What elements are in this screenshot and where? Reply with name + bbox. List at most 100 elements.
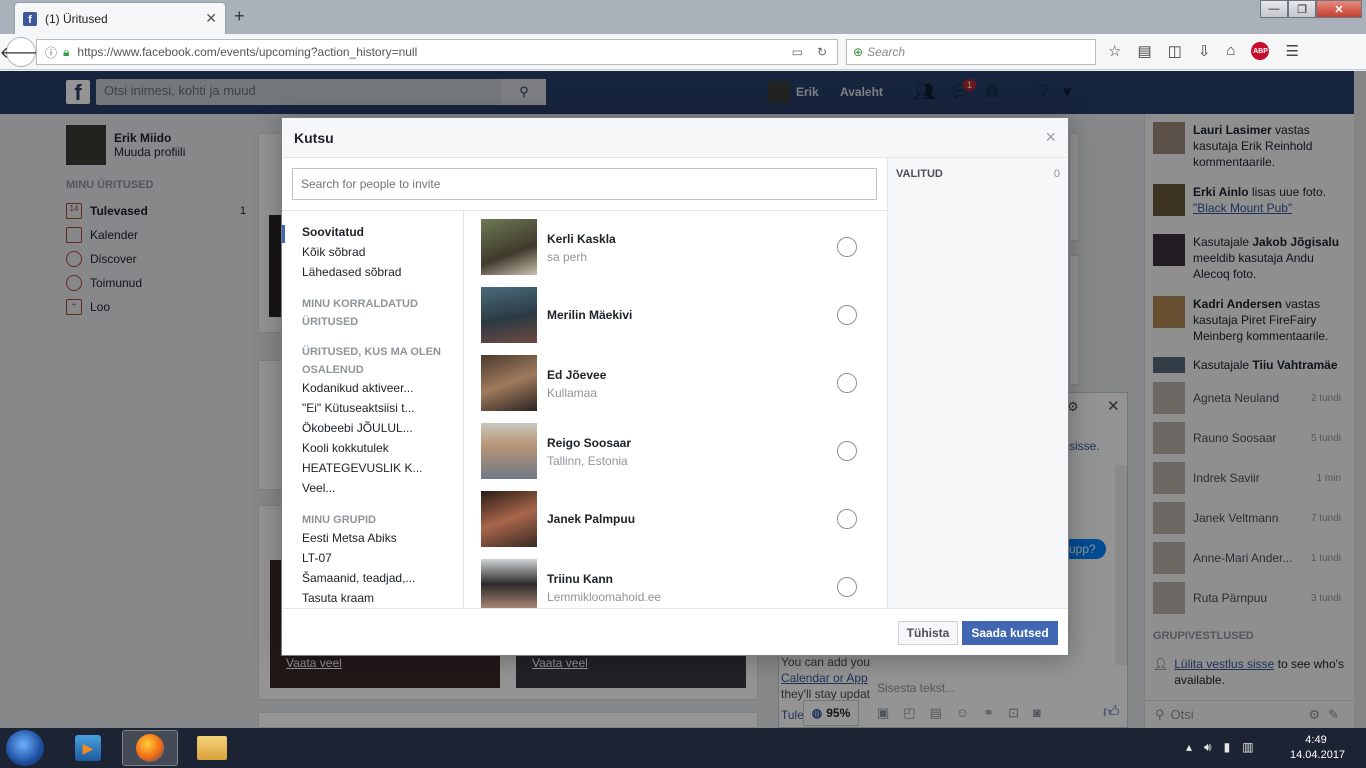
group-item[interactable]: LT-07 (302, 551, 452, 565)
taskbar-clock[interactable]: 4:49 14.04.2017 (1290, 733, 1346, 763)
tray-expand-icon[interactable]: ▴ (1186, 740, 1192, 755)
new-tab-button[interactable]: + (234, 6, 245, 27)
attended-event-item[interactable]: Kodanikud aktiveer... (302, 381, 452, 395)
battery-icon[interactable]: ▮ (1224, 740, 1231, 755)
adblock-icon[interactable]: ABP (1251, 42, 1270, 60)
network-icon[interactable]: ▥ (1242, 740, 1253, 755)
invite-dialog: Kutsu × Soovitatud Kõik sõbrad Lähedased… (281, 117, 1069, 656)
reload-icon[interactable]: ↻ (817, 45, 827, 59)
group-item[interactable]: Eesti Metsa Abiks (302, 531, 452, 545)
dialog-footer: Tühista Saada kutsed (282, 608, 1068, 655)
selected-panel: VALITUD 0 (887, 158, 1068, 608)
firefox-taskbar-icon[interactable] (122, 730, 178, 766)
tab-close-icon[interactable]: ✕ (205, 10, 217, 27)
person-subtitle: sa perh (547, 250, 588, 264)
select-radio[interactable] (837, 577, 857, 597)
select-radio[interactable] (837, 441, 857, 461)
filter-close-friends[interactable]: Lähedased sõbrad (302, 265, 452, 279)
media-player-taskbar-icon[interactable]: ▶ (60, 730, 116, 766)
attended-event-item[interactable]: "Ei" Kütuseaktsiisi t... (302, 401, 452, 415)
bookmark-star-icon[interactable]: ☆ (1108, 42, 1121, 60)
window-close-button[interactable]: ✕ (1316, 0, 1362, 18)
url-text: https://www.facebook.com/events/upcoming… (77, 45, 418, 59)
search-engine-icon[interactable]: ⊕ (853, 45, 863, 59)
download-icon[interactable]: ⇩ (1198, 42, 1211, 60)
select-radio[interactable] (837, 509, 857, 529)
volume-icon[interactable]: 🔊︎ (1204, 740, 1212, 755)
window-controls: — ❐ ✕ (1260, 0, 1362, 18)
person-name: Kerli Kaskla (547, 232, 616, 246)
attended-events-header: ÜRITUSED, KUS MA OLEN OSALENUD (302, 346, 441, 376)
person-row[interactable]: Reigo Soosaar Tallinn, Estonia (481, 423, 873, 483)
url-bar[interactable]: ⓘ 🔒︎ https://www.facebook.com/events/upc… (36, 39, 838, 65)
explorer-taskbar-icon[interactable] (184, 730, 240, 766)
select-radio[interactable] (837, 305, 857, 325)
windows-taskbar: ▶ ▴ 🔊︎ ▮ ▥ 4:49 14.04.2017 (0, 728, 1366, 768)
home-icon[interactable]: ⌂ (1226, 42, 1235, 60)
browser-toolbar-icons: ☆ ▤ ◫ ⇩ ⌂ ABP ☰ (1108, 42, 1299, 60)
back-button[interactable]: 🡐 (0, 37, 42, 67)
dialog-header: Kutsu × (282, 118, 1068, 158)
my-groups-header: MINU GRUPID (302, 514, 376, 526)
group-item[interactable]: Tasuta kraam (302, 591, 452, 605)
avatar (481, 355, 537, 411)
selected-label: VALITUD (896, 168, 943, 180)
invite-filter-list: Soovitatud Kõik sõbrad Lähedased sõbrad … (282, 210, 464, 608)
menu-icon[interactable]: ☰ (1285, 42, 1298, 60)
person-name: Ed Jõevee (547, 368, 607, 382)
filter-suggested[interactable]: Soovitatud (302, 225, 452, 239)
person-row[interactable]: Ed Jõevee Kullamaa (481, 355, 873, 415)
organized-events-header: MINU KORRALDATUD ÜRITUSED (302, 298, 418, 328)
dialog-title: Kutsu (294, 129, 334, 146)
attended-event-item[interactable]: Ökobeebi JÕULUL... (302, 421, 452, 435)
invite-search-input[interactable] (292, 168, 877, 200)
browser-titlebar: f (1) Üritused ✕ + — ❐ ✕ (0, 0, 1366, 34)
system-tray: ▴ 🔊︎ ▮ ▥ (1186, 740, 1254, 755)
info-icon[interactable]: ⓘ (45, 44, 57, 61)
person-subtitle: Kullamaa (547, 386, 598, 400)
cancel-button[interactable]: Tühista (898, 621, 958, 645)
avatar (481, 559, 537, 608)
selected-indicator (282, 225, 285, 243)
browser-tab[interactable]: f (1) Üritused ✕ (14, 2, 226, 34)
group-item[interactable]: Šamaanid, teadjad,... (302, 571, 452, 585)
lock-icon: 🔒︎ (63, 44, 70, 59)
person-name: Janek Palmpuu (547, 512, 636, 526)
clock-date: 14.04.2017 (1290, 749, 1346, 761)
person-row[interactable]: Janek Palmpuu (481, 491, 873, 551)
clock-time: 4:49 (1305, 734, 1327, 746)
avatar (481, 219, 537, 275)
person-name: Triinu Kann (547, 572, 613, 586)
send-invites-button[interactable]: Saada kutsed (962, 621, 1058, 645)
person-name: Merilin Mäekivi (547, 308, 633, 322)
selected-count: 0 (1053, 168, 1060, 180)
pocket-icon[interactable]: ◫ (1168, 42, 1182, 60)
attended-event-item[interactable]: HEATEGEVUSLIK K... (302, 461, 452, 475)
browser-navbar: 🡐 ⓘ 🔒︎ https://www.facebook.com/events/u… (0, 34, 1366, 70)
facebook-favicon-icon: f (23, 11, 37, 26)
select-radio[interactable] (837, 237, 857, 257)
person-row[interactable]: Triinu Kann Lemmikloomahoid.ee (481, 559, 873, 608)
minimize-button[interactable]: — (1260, 0, 1288, 18)
tab-title: (1) Üritused (45, 11, 108, 26)
person-row[interactable]: Merilin Mäekivi (481, 287, 873, 347)
person-subtitle: Tallinn, Estonia (547, 454, 628, 468)
close-icon[interactable]: × (1045, 128, 1056, 146)
bookmarks-list-icon[interactable]: ▤ (1137, 42, 1151, 60)
select-radio[interactable] (837, 373, 857, 393)
browser-search-box[interactable]: ⊕ Search (846, 39, 1096, 65)
person-name: Reigo Soosaar (547, 436, 632, 450)
maximize-button[interactable]: ❐ (1288, 0, 1316, 18)
person-row[interactable]: Kerli Kaskla sa perh (481, 219, 873, 279)
avatar (481, 423, 537, 479)
browser-search-placeholder: Search (867, 45, 906, 59)
attended-see-more[interactable]: Veel... (302, 481, 452, 495)
start-button[interactable] (6, 730, 44, 766)
avatar (481, 491, 537, 547)
filter-all-friends[interactable]: Kõik sõbrad (302, 245, 452, 259)
attended-event-item[interactable]: Kooli kokkutulek (302, 441, 452, 455)
reader-view-icon[interactable]: ▭ (792, 45, 803, 59)
avatar (481, 287, 537, 343)
person-subtitle: Lemmikloomahoid.ee (547, 590, 662, 604)
invite-people-list: Kerli Kaskla sa perh Merilin Mäekivi Ed … (465, 210, 887, 608)
